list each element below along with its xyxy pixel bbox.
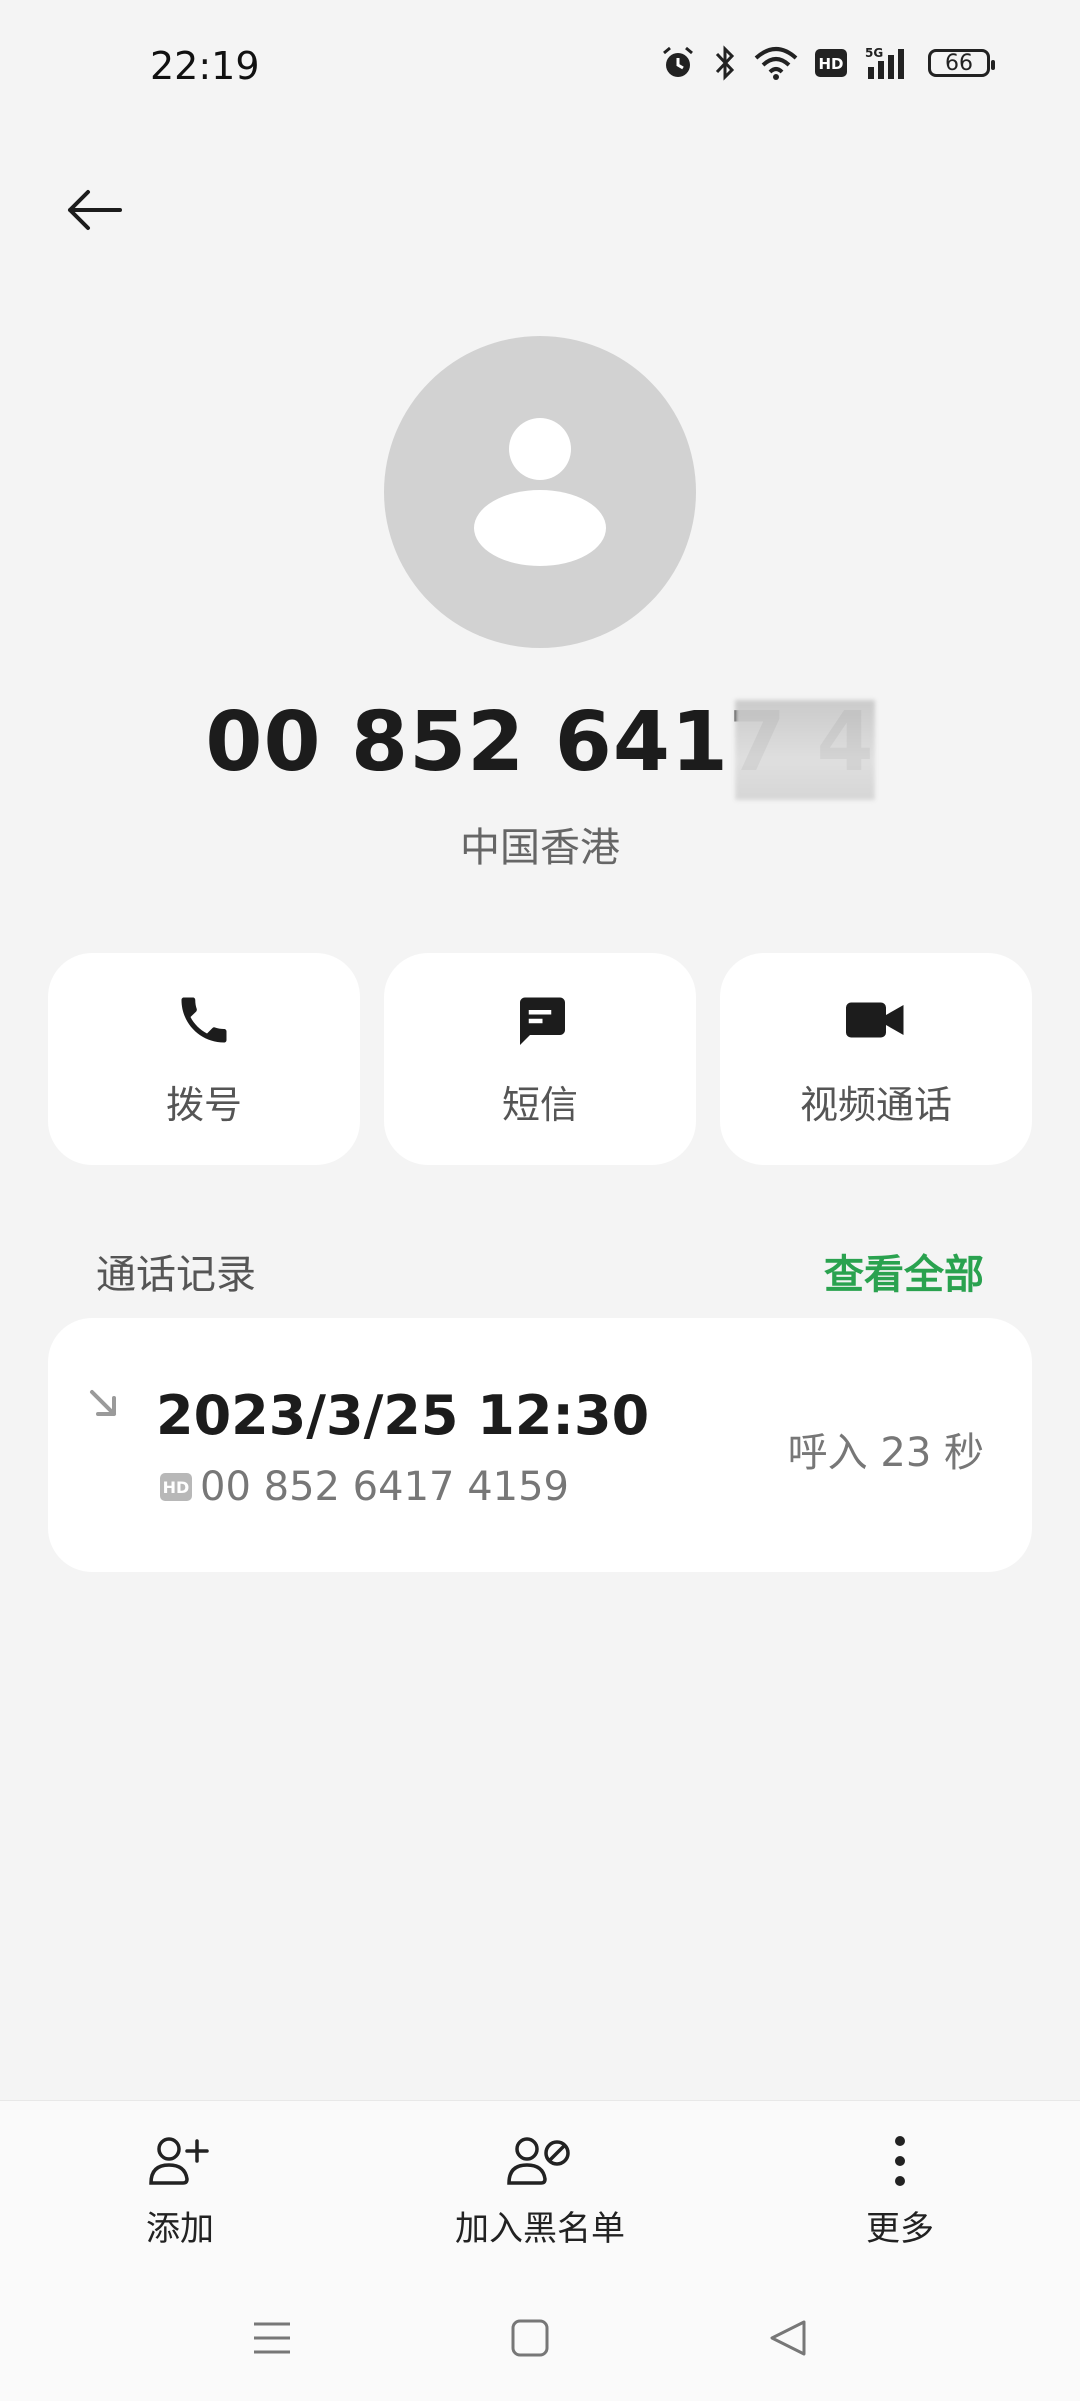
svg-text:HD: HD: [818, 55, 843, 73]
bluetooth-icon: [712, 44, 738, 82]
wifi-icon: [754, 46, 798, 80]
contact-number: 00 852 6417 4: [205, 695, 875, 790]
block-person-icon: [507, 2137, 570, 2185]
back-button[interactable]: [60, 180, 130, 240]
message-button-label: 短信: [501, 1082, 578, 1127]
5g-signal-icon: 5G: [864, 45, 912, 81]
alarm-icon: [660, 45, 696, 81]
avatar: [384, 336, 696, 648]
back-arrow-icon: [68, 190, 122, 230]
call-meta: 呼入 23 秒: [787, 1430, 984, 1476]
system-nav-bar: [0, 2300, 1080, 2370]
message-icon: [520, 997, 565, 1045]
video-call-button[interactable]: 视频通话: [720, 953, 1032, 1165]
message-button[interactable]: 短信: [384, 953, 696, 1165]
bottom-actions: 添加 加入黑名单 更多: [0, 2131, 1080, 2250]
call-button-label: 拨号: [165, 1082, 242, 1127]
call-number: 00 852 6417 4159: [200, 1464, 569, 1510]
hd-badge-icon: HD: [160, 1473, 192, 1501]
status-time: 22:19: [150, 44, 260, 88]
call-log-title: 通话记录: [96, 1252, 256, 1298]
contact-region: 中国香港: [460, 825, 620, 871]
action-buttons: 拨号 短信 视频通话: [48, 953, 1032, 1165]
svg-text:5G: 5G: [865, 46, 883, 60]
back-nav-button[interactable]: [758, 2312, 818, 2364]
menu-icon: [254, 2322, 290, 2354]
add-contact-label: 添加: [146, 2209, 214, 2249]
back-triangle-icon: [770, 2320, 806, 2356]
incoming-call-icon: [90, 1390, 116, 1416]
phone-icon: [181, 997, 227, 1042]
view-all-link[interactable]: 查看全部: [824, 1242, 984, 1300]
recent-apps-button[interactable]: [242, 2312, 302, 2364]
more-label: 更多: [866, 2209, 934, 2249]
add-contact-button[interactable]: 添加: [0, 2131, 360, 2250]
home-square-icon: [511, 2319, 549, 2357]
blacklist-button[interactable]: 加入黑名单: [360, 2131, 720, 2250]
call-button[interactable]: 拨号: [48, 953, 360, 1165]
call-number-row: HD 00 852 6417 4159: [160, 1464, 569, 1510]
video-call-button-label: 视频通话: [799, 1082, 952, 1127]
blacklist-label: 加入黑名单: [455, 2209, 625, 2249]
add-person-icon: [149, 2137, 209, 2185]
video-icon: [846, 1002, 904, 1037]
more-vertical-icon: [895, 2136, 905, 2186]
status-bar: 22:19 HD 5G 66: [0, 0, 1080, 130]
status-icons: HD 5G 66: [660, 44, 995, 82]
call-log-entry[interactable]: 2023/3/25 12:30 HD 00 852 6417 4159 呼入 2…: [48, 1318, 1032, 1572]
battery-icon: 66: [928, 49, 995, 77]
person-icon: [474, 418, 606, 566]
battery-level: 66: [945, 50, 973, 76]
more-button[interactable]: 更多: [720, 2131, 1080, 2250]
call-date: 2023/3/25 12:30: [156, 1384, 650, 1447]
hd-icon: HD: [814, 48, 848, 78]
home-button[interactable]: [500, 2312, 560, 2364]
redaction-blur: [735, 700, 875, 800]
